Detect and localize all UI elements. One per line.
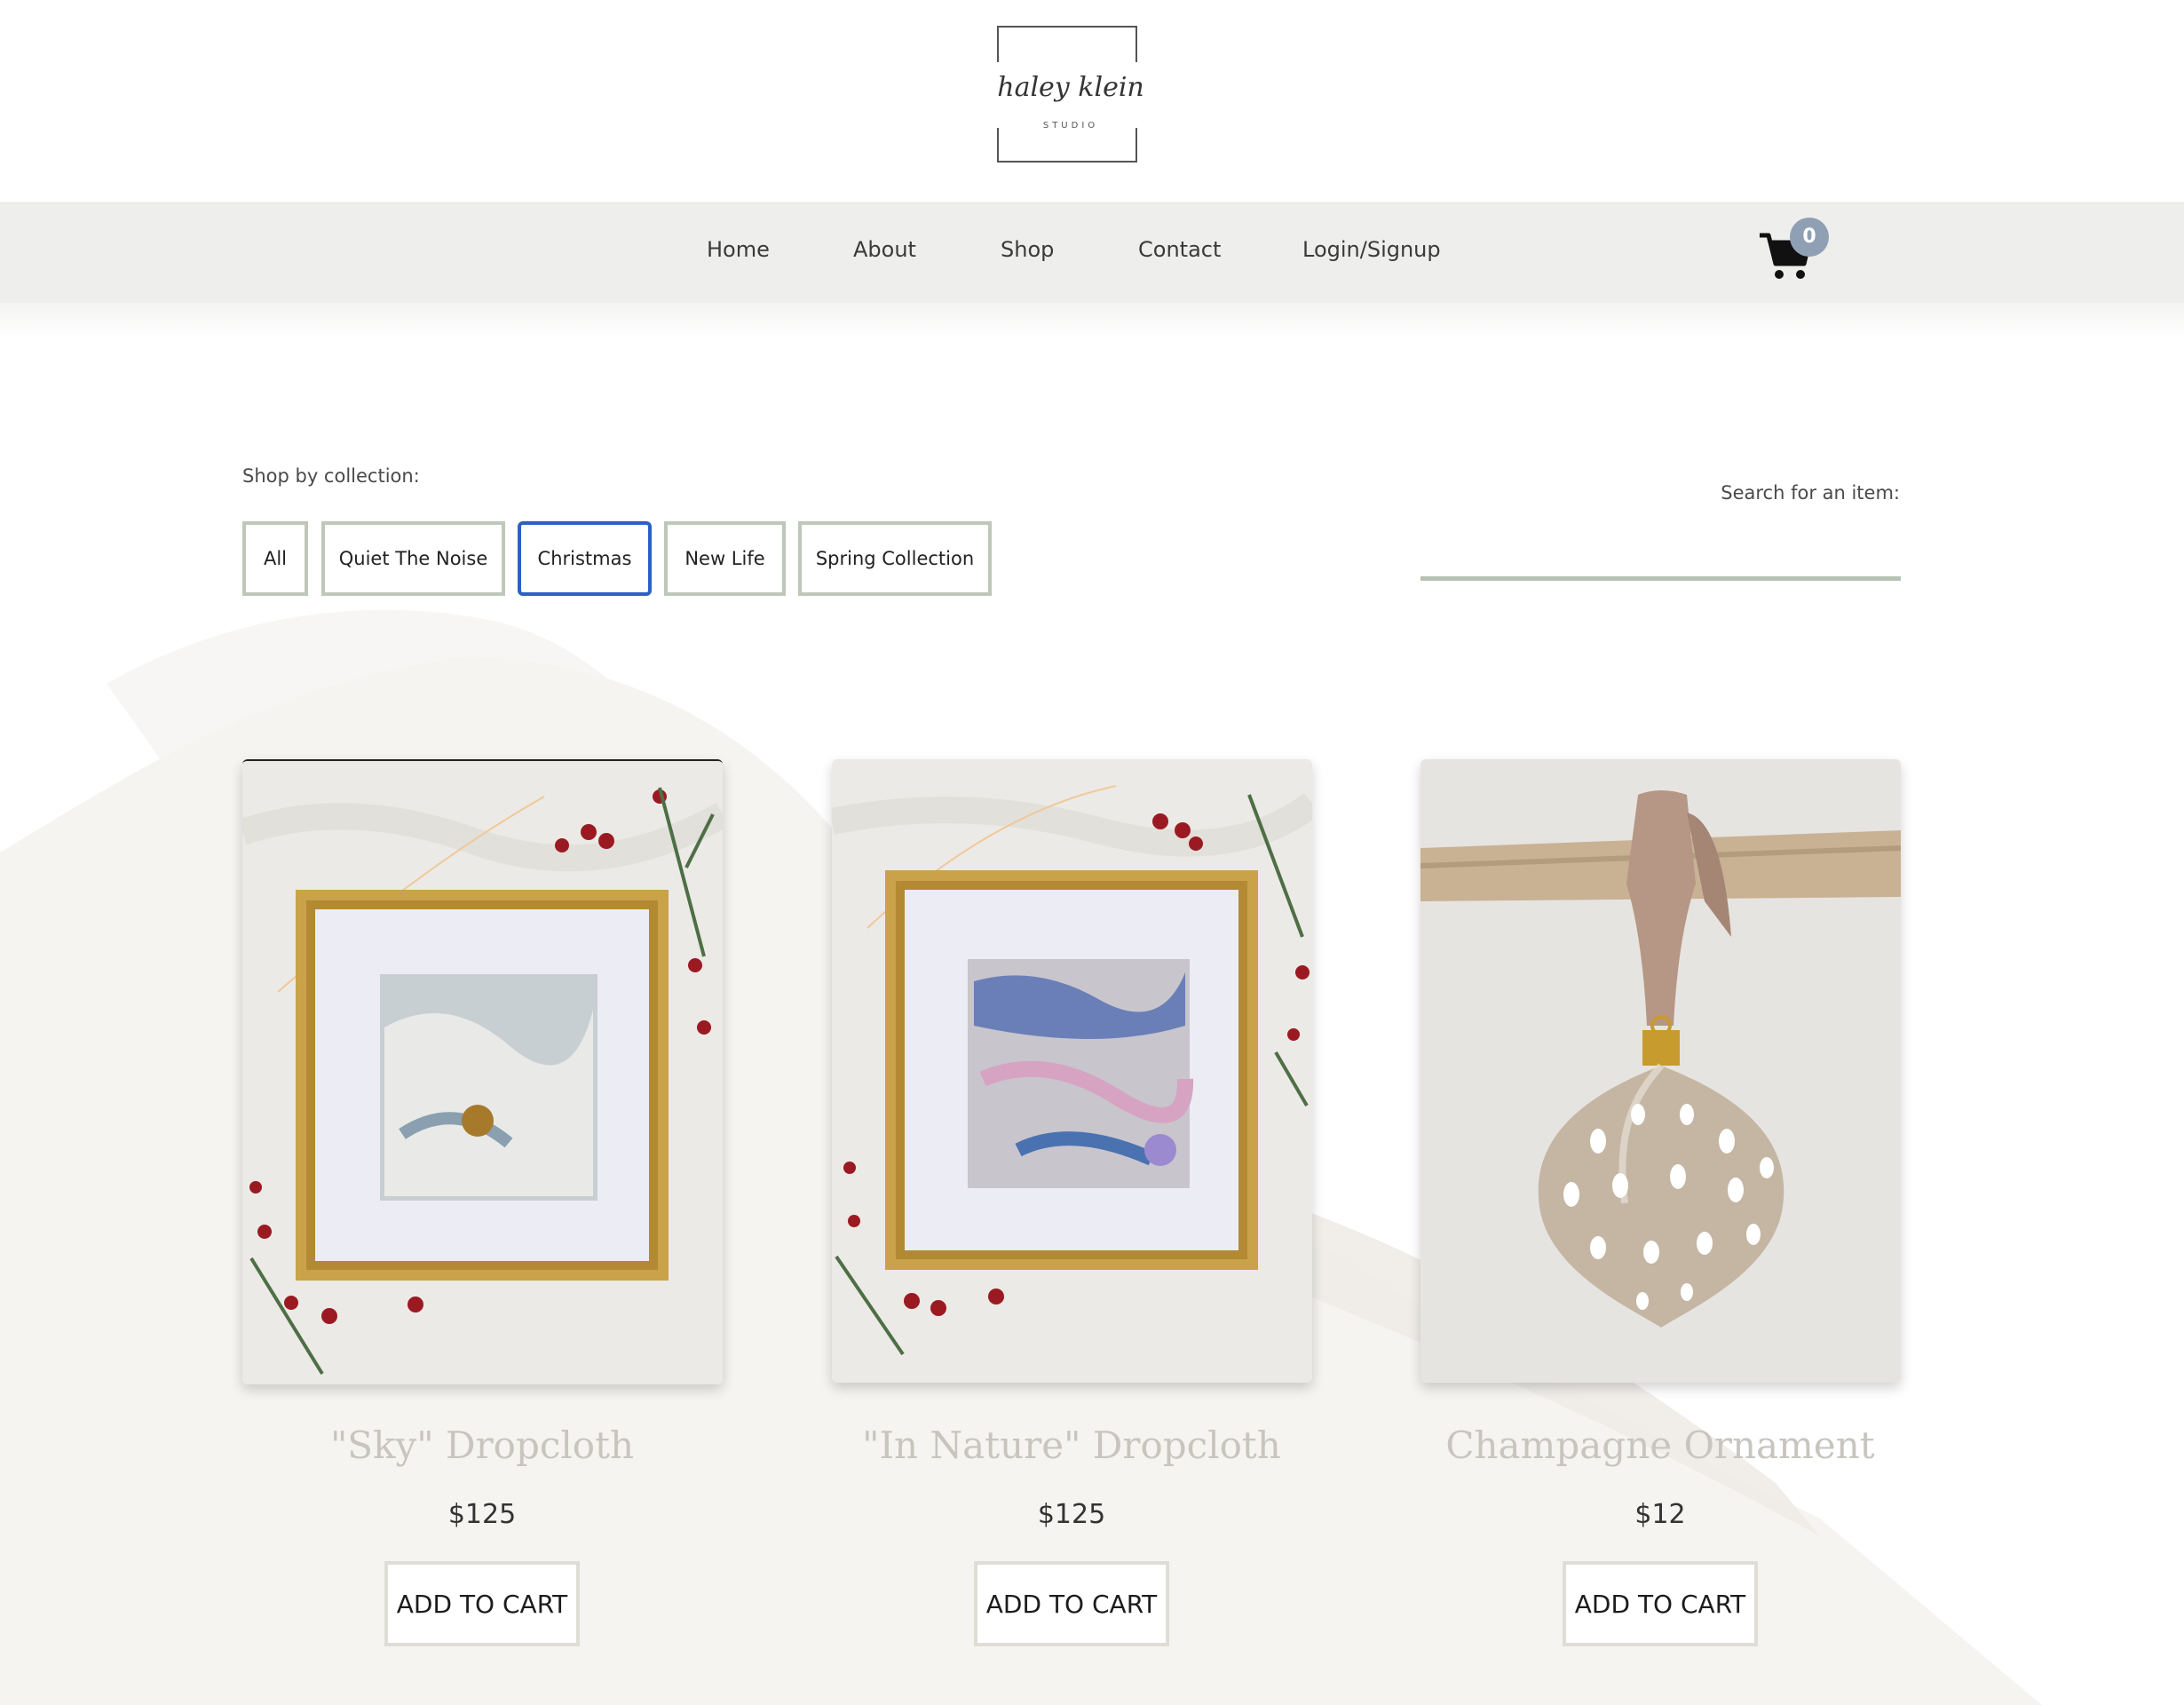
logo-header: haley klein STUDIO: [0, 0, 2184, 202]
logo-studio-text: STUDIO: [1043, 121, 1098, 131]
product-price: $125: [1037, 1499, 1106, 1530]
product-title[interactable]: "Sky" Dropcloth: [216, 1423, 748, 1467]
add-to-cart-button[interactable]: ADD TO CART: [384, 1561, 580, 1646]
product-image-in-nature-dropcloth[interactable]: [832, 759, 1312, 1383]
product-image-sky-dropcloth[interactable]: [242, 759, 723, 1384]
add-to-cart-button[interactable]: ADD TO CART: [1563, 1561, 1758, 1646]
search-label: Search for an item:: [1721, 482, 1900, 504]
add-to-cart-button[interactable]: ADD TO CART: [974, 1561, 1169, 1646]
search-input[interactable]: [1420, 524, 1901, 581]
collection-spring-collection-button[interactable]: Spring Collection: [798, 521, 992, 596]
collection-all-button[interactable]: All: [242, 521, 308, 596]
framed-painting-image: [832, 759, 1312, 1383]
product-price: $125: [447, 1499, 517, 1530]
nav-about[interactable]: About: [853, 237, 916, 262]
product-title[interactable]: "In Nature" Dropcloth: [805, 1423, 1338, 1467]
nav-login-signup[interactable]: Login/Signup: [1302, 237, 1441, 262]
cart-count-badge: 0: [1790, 218, 1829, 257]
main-navbar: Home About Shop Contact Login/Signup: [0, 202, 2184, 304]
collection-christmas-button[interactable]: Christmas: [518, 521, 652, 596]
product-title[interactable]: Champagne Ornament: [1394, 1423, 1927, 1467]
ornament-image: [1420, 759, 1901, 1383]
product-price: $12: [1634, 1499, 1686, 1530]
product-image-champagne-ornament[interactable]: [1420, 759, 1901, 1383]
framed-painting-image: [242, 761, 723, 1384]
brand-logo[interactable]: haley klein STUDIO: [994, 25, 1158, 163]
navbar-shadow: [0, 303, 2184, 338]
nav-contact[interactable]: Contact: [1138, 237, 1221, 262]
collection-quiet-the-noise-button[interactable]: Quiet The Noise: [321, 521, 505, 596]
nav-shop[interactable]: Shop: [1001, 237, 1054, 262]
logo-script-text: haley klein: [997, 72, 1143, 103]
collection-new-life-button[interactable]: New Life: [664, 521, 786, 596]
nav-home[interactable]: Home: [707, 237, 770, 262]
collection-filter-label: Shop by collection:: [242, 465, 420, 487]
